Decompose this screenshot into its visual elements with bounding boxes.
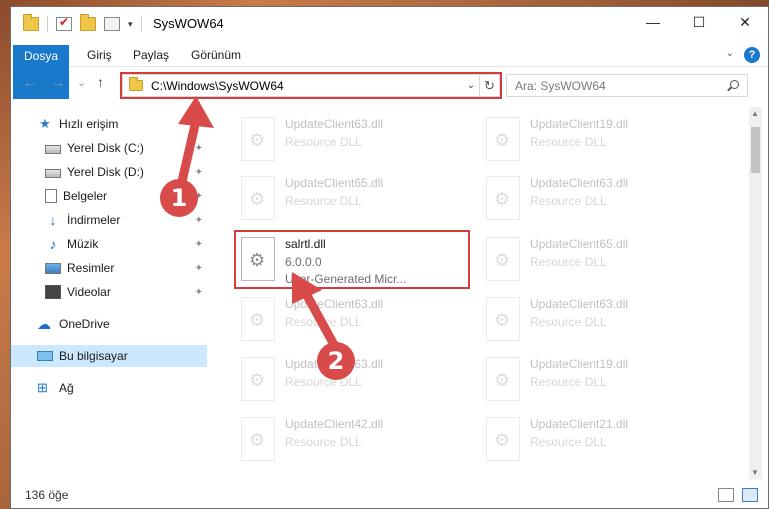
arrow-1-head	[178, 96, 214, 128]
annotation-marker-2: 2	[317, 342, 355, 380]
annotation-marker-1: 1	[160, 179, 198, 217]
annotation-arrows	[175, 96, 343, 357]
